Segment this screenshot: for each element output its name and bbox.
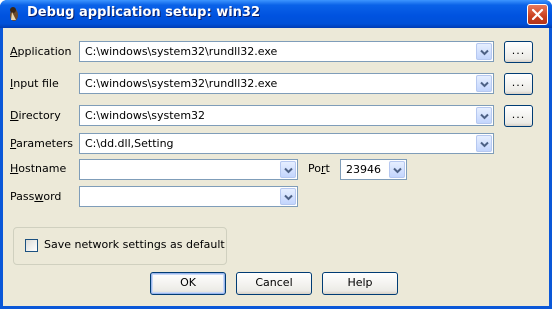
directory-dropdown-button[interactable]: [476, 107, 492, 124]
chevron-down-icon: [393, 167, 402, 174]
application-browse-button[interactable]: ...: [504, 41, 533, 63]
close-icon: [531, 8, 544, 21]
window-title: Debug application setup: win32: [27, 5, 261, 20]
directory-label: Directory: [10, 109, 61, 122]
hostname-label: Hostname: [10, 162, 67, 175]
port-label: Port: [308, 162, 330, 175]
parameters-combo[interactable]: C:\dd.dll,Setting: [79, 133, 494, 154]
hostname-combo[interactable]: [79, 159, 298, 180]
hostname-dropdown-button[interactable]: [280, 161, 296, 178]
save-network-settings-label[interactable]: Save network settings as default: [44, 238, 225, 251]
application-value: C:\windows\system32\rundll32.exe: [85, 45, 278, 58]
application-dropdown-button[interactable]: [476, 43, 492, 60]
dialog-body: Application C:\windows\system32\rundll32…: [3, 28, 549, 306]
cancel-button[interactable]: Cancel: [236, 272, 312, 295]
port-value: 23946: [346, 163, 381, 176]
password-combo[interactable]: [79, 186, 298, 207]
input-file-browse-button[interactable]: ...: [504, 73, 533, 95]
port-combo[interactable]: 23946: [340, 159, 407, 180]
close-button[interactable]: [527, 4, 548, 25]
password-label: Password: [10, 190, 62, 203]
parameters-label: Parameters: [10, 137, 73, 150]
chevron-down-icon: [284, 167, 293, 174]
directory-browse-button[interactable]: ...: [504, 105, 533, 127]
application-combo[interactable]: C:\windows\system32\rundll32.exe: [79, 41, 494, 62]
ida-debugger-icon: [10, 7, 18, 21]
chevron-down-icon: [480, 49, 489, 56]
save-network-settings-checkbox[interactable]: [25, 239, 38, 252]
port-dropdown-button[interactable]: [389, 161, 405, 178]
parameters-dropdown-button[interactable]: [476, 135, 492, 152]
input-file-value: C:\windows\system32\rundll32.exe: [85, 77, 278, 90]
help-button[interactable]: Help: [322, 272, 398, 295]
password-dropdown-button[interactable]: [280, 188, 296, 205]
parameters-value: C:\dd.dll,Setting: [85, 137, 174, 150]
application-label: Application: [10, 45, 72, 58]
title-bar[interactable]: Debug application setup: win32: [0, 0, 552, 28]
chevron-down-icon: [480, 141, 489, 148]
network-settings-group: Save network settings as default: [13, 227, 227, 265]
chevron-down-icon: [284, 194, 293, 201]
input-file-label: Input file: [10, 77, 59, 90]
debug-setup-dialog: Debug application setup: win32 Applicati…: [0, 0, 552, 309]
ok-button[interactable]: OK: [150, 272, 226, 295]
directory-combo[interactable]: C:\windows\system32: [79, 105, 494, 126]
directory-value: C:\windows\system32: [85, 109, 206, 122]
chevron-down-icon: [480, 113, 489, 120]
input-file-dropdown-button[interactable]: [476, 75, 492, 92]
chevron-down-icon: [480, 81, 489, 88]
input-file-combo[interactable]: C:\windows\system32\rundll32.exe: [79, 73, 494, 94]
